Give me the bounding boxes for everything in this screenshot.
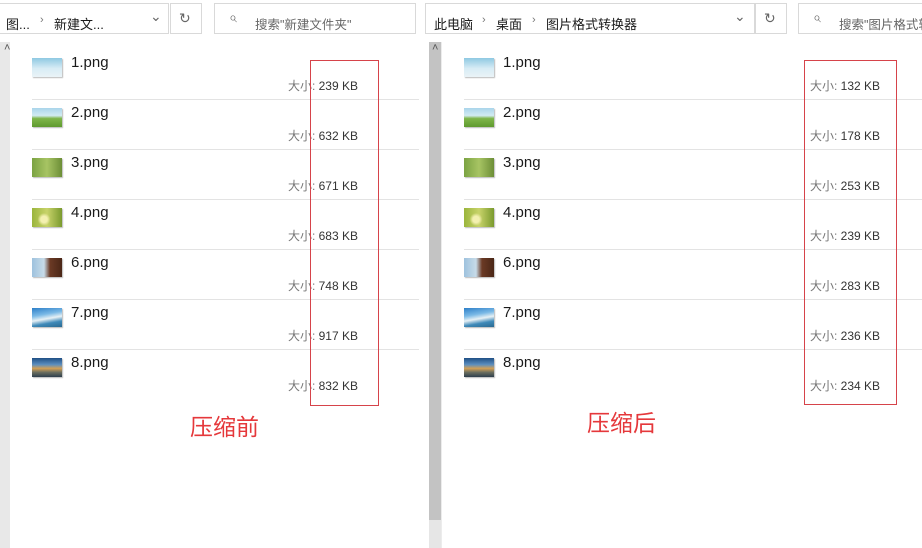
file-name: 6.png	[71, 254, 109, 271]
image-thumbnail-icon	[464, 158, 494, 177]
left-address-bar[interactable]: 图... › 新建文... ⌄	[0, 3, 169, 34]
refresh-icon: ↻	[764, 10, 776, 26]
image-thumbnail-icon	[464, 258, 494, 277]
file-name: 1.png	[503, 54, 541, 71]
image-thumbnail-icon	[32, 108, 62, 127]
refresh-icon: ↻	[179, 10, 191, 26]
image-thumbnail-icon	[464, 358, 494, 377]
file-name: 4.png	[71, 204, 109, 221]
right-search-input[interactable]: ⌕ 搜索"图片格式转	[798, 3, 922, 34]
breadcrumb-item[interactable]: 图...	[6, 14, 30, 33]
image-thumbnail-icon	[32, 358, 62, 377]
scroll-up-icon[interactable]: ˄	[432, 42, 438, 54]
chevron-down-icon[interactable]: ⌄	[734, 8, 746, 25]
breadcrumb-separator-icon: ›	[482, 14, 486, 26]
file-name: 2.png	[503, 104, 541, 121]
file-name: 6.png	[503, 254, 541, 271]
left-scrollbar-track[interactable]	[429, 520, 441, 548]
image-thumbnail-icon	[32, 308, 62, 327]
file-name: 1.png	[71, 54, 109, 71]
refresh-button[interactable]: ↻	[170, 3, 202, 34]
chevron-down-icon[interactable]: ⌄	[150, 8, 162, 25]
image-thumbnail-icon	[32, 208, 62, 227]
search-icon: ⌕	[229, 9, 237, 25]
search-placeholder: 搜索"图片格式转	[839, 18, 922, 32]
left-edge-scrollbar[interactable]	[0, 42, 10, 548]
file-name: 8.png	[503, 354, 541, 371]
breadcrumb-separator-icon: ›	[532, 14, 536, 26]
file-name: 4.png	[503, 204, 541, 221]
breadcrumb-item[interactable]: 新建文...	[54, 14, 104, 33]
left-size-highlight-box	[310, 60, 379, 406]
scroll-up-icon[interactable]: ˄	[4, 42, 10, 54]
breadcrumb-separator-icon: ›	[40, 14, 44, 26]
image-thumbnail-icon	[464, 58, 494, 77]
file-name: 2.png	[71, 104, 109, 121]
breadcrumb-item[interactable]: 此电脑	[434, 14, 473, 33]
after-compression-caption: 压缩后	[587, 410, 656, 436]
file-name: 7.png	[503, 304, 541, 321]
left-search-input[interactable]: ⌕ 搜索"新建文件夹"	[214, 3, 416, 34]
image-thumbnail-icon	[32, 258, 62, 277]
image-thumbnail-icon	[32, 58, 62, 77]
image-thumbnail-icon	[464, 208, 494, 227]
image-thumbnail-icon	[32, 158, 62, 177]
image-thumbnail-icon	[464, 308, 494, 327]
pane-divider	[441, 42, 442, 548]
search-placeholder: 搜索"新建文件夹"	[255, 18, 352, 32]
file-name: 7.png	[71, 304, 109, 321]
file-name: 3.png	[503, 154, 541, 171]
breadcrumb-item[interactable]: 图片格式转换器	[546, 14, 637, 33]
right-size-highlight-box	[804, 60, 897, 405]
image-thumbnail-icon	[464, 108, 494, 127]
breadcrumb-item[interactable]: 桌面	[496, 14, 522, 33]
file-name: 3.png	[71, 154, 109, 171]
file-name: 8.png	[71, 354, 109, 371]
left-scrollbar-thumb[interactable]	[429, 42, 441, 520]
right-address-bar[interactable]: 此电脑 › 桌面 › 图片格式转换器 ⌄	[425, 3, 755, 34]
refresh-button[interactable]: ↻	[755, 3, 787, 34]
search-icon: ⌕	[813, 9, 821, 25]
before-compression-caption: 压缩前	[190, 414, 259, 440]
